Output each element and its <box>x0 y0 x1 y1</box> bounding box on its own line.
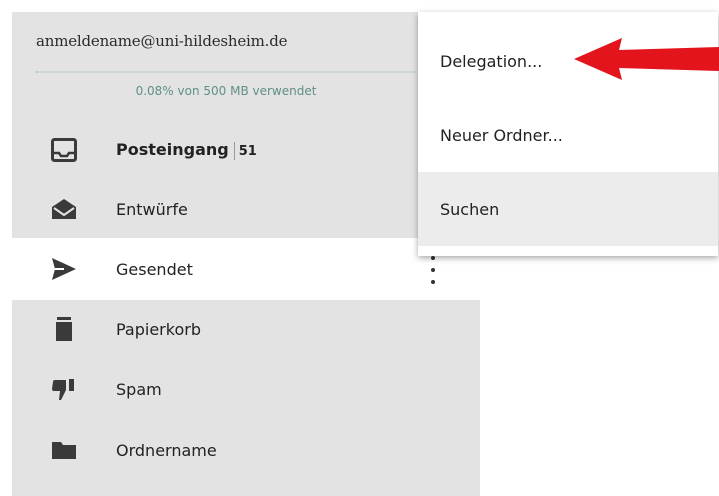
drafts-envelope-icon <box>52 199 76 219</box>
red-pointer-arrow-icon <box>574 38 719 80</box>
inbox-icon <box>51 138 77 162</box>
folder-item-entwuerfe[interactable]: Entwürfe <box>12 178 480 240</box>
folder-item-posteingang[interactable]: Posteingang 51 <box>12 119 480 181</box>
unread-count: 51 <box>238 144 257 160</box>
folder-label-papierkorb: Papierkorb <box>116 319 201 339</box>
quota-bar <box>36 71 416 73</box>
folder-label-entwuerfe: Entwürfe <box>116 199 188 219</box>
quota-bar-fill <box>36 71 37 73</box>
folder-label-gesendet: Gesendet <box>116 259 193 279</box>
folder-label-posteingang: Posteingang 51 <box>116 140 257 160</box>
folder-label-ordnername: Ordnername <box>116 440 217 460</box>
trash-icon <box>56 317 72 341</box>
account-email: anmeldename@uni-hildesheim.de <box>36 32 288 50</box>
menu-item-neuer-ordner[interactable]: Neuer Ordner... <box>418 98 718 172</box>
folder-item-spam[interactable]: Spam <box>12 358 480 420</box>
folder-options-kebab-icon[interactable] <box>428 256 438 284</box>
count-separator <box>233 141 235 160</box>
folder-item-papierkorb[interactable]: Papierkorb <box>12 298 480 360</box>
menu-item-suchen[interactable]: Suchen <box>418 172 718 246</box>
folder-item-gesendet[interactable]: Gesendet <box>12 238 480 300</box>
send-icon <box>52 258 76 280</box>
folder-name: Posteingang <box>116 140 229 160</box>
quota-text: 0.08% von 500 MB verwendet <box>135 84 317 98</box>
folder-label-spam: Spam <box>116 379 162 399</box>
folder-item-ordnername[interactable]: Ordnername <box>12 419 480 481</box>
thumbs-down-icon <box>52 379 74 400</box>
folder-icon <box>52 442 76 459</box>
